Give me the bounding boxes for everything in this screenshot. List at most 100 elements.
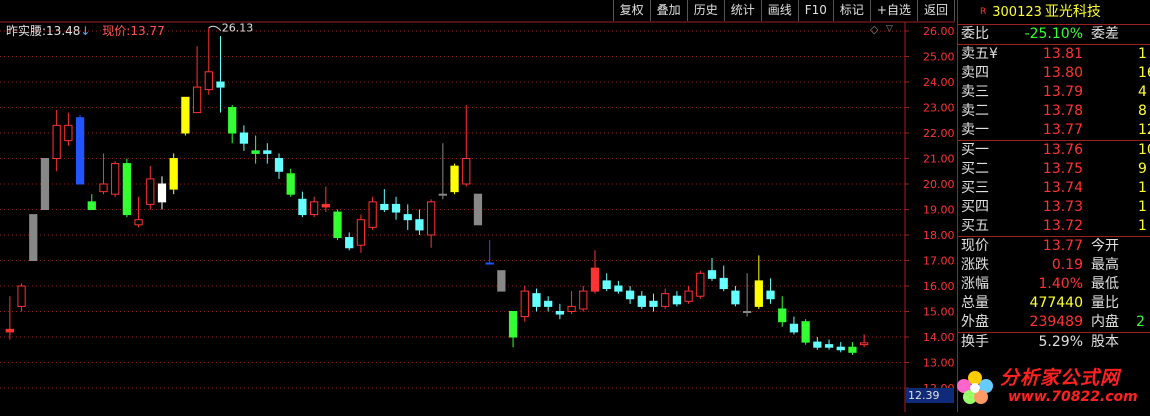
candle-body bbox=[508, 311, 518, 338]
stat-label: 现价 bbox=[961, 238, 989, 254]
candle-body bbox=[450, 165, 459, 193]
candle-body bbox=[286, 173, 295, 195]
ask-row[interactable]: 卖二 13.78 8 bbox=[958, 102, 1150, 121]
stats-list: 现价 13.77 今开 涨跌 0.19 最高 涨幅 1.40% 最低 总量 477440 量比 外盘 23… bbox=[958, 237, 1150, 332]
candle-body bbox=[766, 290, 775, 300]
toolbar-button[interactable]: 历史 bbox=[687, 0, 725, 21]
bid-list: 买一 13.76 10 买二 13.75 9 买三 13.74 1 买四 13.73 1 买五 13.72… bbox=[958, 141, 1150, 236]
stock-header[interactable]: R 300123 亚光科技 bbox=[958, 0, 1150, 25]
ask-row[interactable]: 卖四 13.80 16 bbox=[958, 64, 1150, 83]
stat-row: 外盘 239489 内盘 2 bbox=[958, 313, 1150, 332]
candle-body bbox=[251, 150, 260, 154]
toolbar-button[interactable]: 统计 bbox=[724, 0, 762, 21]
candle-body bbox=[707, 270, 717, 279]
toolbar-button[interactable]: 复权 bbox=[613, 0, 651, 21]
candle-body bbox=[696, 272, 705, 297]
toolbar-button[interactable]: +自选 bbox=[870, 0, 918, 21]
bid-volume: 9 bbox=[1138, 161, 1147, 177]
candle-body bbox=[134, 219, 143, 226]
stat-value: 13.77 bbox=[1042, 238, 1083, 254]
share-capital-label: 股本 bbox=[1091, 334, 1119, 350]
ask-volume: 8 bbox=[1138, 103, 1147, 119]
stat-value: 1.40% bbox=[1038, 276, 1083, 292]
toolbar-button[interactable]: 画线 bbox=[761, 0, 799, 21]
yen-icon: ¥ bbox=[989, 46, 998, 62]
high-annotation: 26.13 bbox=[222, 22, 254, 35]
y-tick-label: 24.00 bbox=[923, 76, 955, 89]
toolbar-button[interactable]: 返回 bbox=[917, 0, 955, 21]
candle-body bbox=[637, 295, 646, 307]
bid-row[interactable]: 买五 13.72 1 bbox=[958, 217, 1150, 236]
candle-body bbox=[391, 203, 401, 213]
candle-body bbox=[263, 150, 272, 154]
price-value: 13.77 bbox=[130, 24, 165, 38]
ask-price: 13.79 bbox=[1042, 84, 1083, 100]
bid-row[interactable]: 买二 13.75 9 bbox=[958, 160, 1150, 179]
prev-close-value: 13.48 bbox=[46, 24, 81, 38]
watermark-site: 分析家公式网 bbox=[1000, 367, 1121, 389]
stat-value: 0.19 bbox=[1051, 257, 1083, 273]
bid-label: 买二 bbox=[961, 161, 989, 177]
bid-price: 13.72 bbox=[1042, 218, 1083, 234]
candle-body bbox=[462, 158, 471, 185]
bid-price: 13.76 bbox=[1042, 142, 1083, 158]
candle-body bbox=[356, 219, 366, 246]
candle-body bbox=[29, 214, 38, 262]
candle-body bbox=[602, 280, 611, 290]
toolbar-button[interactable]: F10 bbox=[798, 0, 834, 21]
candle-body bbox=[719, 277, 728, 290]
r-badge: R bbox=[980, 7, 987, 17]
y-tick-label: 26.00 bbox=[923, 25, 955, 38]
bid-label: 买一 bbox=[961, 142, 989, 158]
candle-body bbox=[649, 300, 658, 307]
candle-body bbox=[731, 290, 740, 305]
y-tick-label: 16.00 bbox=[923, 280, 955, 293]
ask-row[interactable]: 卖五¥ 13.81 1 bbox=[958, 45, 1150, 64]
bid-price: 13.74 bbox=[1042, 180, 1083, 196]
stat-label-2: 今开 bbox=[1091, 238, 1119, 254]
ask-list: 卖五¥ 13.81 1 卖四 13.80 16 卖三 13.79 4 卖二 13.78 8 卖一 13.7… bbox=[958, 45, 1150, 140]
stat-row: 现价 13.77 今开 bbox=[958, 237, 1150, 256]
ask-row[interactable]: 卖三 13.79 4 bbox=[958, 83, 1150, 102]
toolbar-button[interactable]: 标记 bbox=[833, 0, 871, 21]
candle-body bbox=[520, 290, 529, 318]
candle-body bbox=[848, 346, 857, 353]
toolbar-button[interactable]: 叠加 bbox=[650, 0, 688, 21]
bid-row[interactable]: 买一 13.76 10 bbox=[958, 141, 1150, 160]
turnover-value: 5.29% bbox=[1038, 334, 1083, 350]
price-label: 现价: bbox=[102, 24, 131, 38]
candle-body bbox=[778, 308, 787, 323]
kline-chart-area[interactable]: 12.0013.0014.0015.0016.0017.0018.0019.00… bbox=[0, 0, 955, 412]
triangle-down-icon[interactable]: ▽ bbox=[886, 24, 893, 34]
y-tick-label: 23.00 bbox=[923, 102, 955, 115]
ask-row[interactable]: 卖一 13.77 12 bbox=[958, 121, 1150, 140]
kline-chart[interactable]: 12.0013.0014.0015.0016.0017.0018.0019.00… bbox=[0, 0, 955, 412]
y-tick-label: 22.00 bbox=[923, 127, 955, 140]
candle-body bbox=[17, 285, 26, 307]
candle-body bbox=[742, 311, 752, 313]
watermark-logo: 分析家公式网 www.70822.com bbox=[950, 360, 1150, 412]
candle-body bbox=[309, 201, 319, 216]
candle-body bbox=[345, 237, 354, 249]
candle-body bbox=[274, 158, 284, 172]
chart-legend: 昨实腰:13.48↓ 现价:13.77 bbox=[6, 22, 165, 39]
stat-label: 外盘 bbox=[961, 314, 989, 330]
candle-body bbox=[228, 107, 237, 134]
diamond-icon[interactable]: ◇ bbox=[870, 23, 878, 36]
prev-close-label: 昨实腰: bbox=[6, 24, 47, 38]
turnover-label: 换手 bbox=[961, 334, 989, 350]
stat-label-2: 量比 bbox=[1091, 295, 1119, 311]
bid-row[interactable]: 买四 13.73 1 bbox=[958, 198, 1150, 217]
candle-body bbox=[75, 117, 85, 185]
ask-volume: 1 bbox=[1138, 46, 1147, 62]
candle-body bbox=[5, 328, 14, 333]
candle-body bbox=[298, 198, 307, 216]
candle-body bbox=[590, 267, 600, 292]
candle-body bbox=[427, 201, 436, 236]
down-arrow-icon: ↓ bbox=[80, 24, 91, 38]
ask-label: 卖四 bbox=[961, 65, 989, 81]
ask-volume: 12 bbox=[1138, 122, 1150, 138]
order-ratio-label: 委比 bbox=[961, 26, 989, 42]
bid-row[interactable]: 买三 13.74 1 bbox=[958, 179, 1150, 198]
candle-body bbox=[614, 285, 623, 292]
